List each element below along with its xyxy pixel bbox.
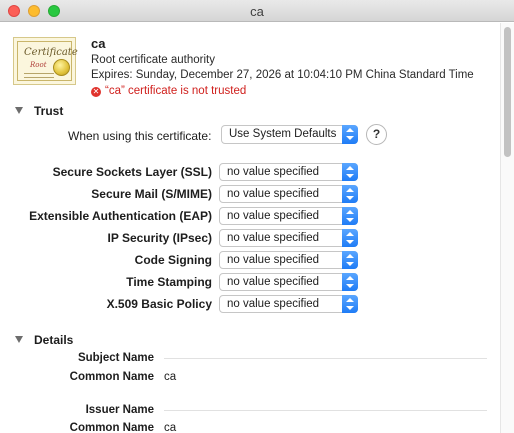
certificate-name: ca xyxy=(91,36,106,51)
when-using-value: Use System Defaults xyxy=(229,128,337,140)
certificate-type: Root certificate authority xyxy=(91,54,216,66)
popup-arrows-icon xyxy=(342,229,358,247)
window-title: ca xyxy=(250,4,264,19)
help-button[interactable]: ? xyxy=(366,124,387,145)
policy-select-time-stamping[interactable]: no value specified xyxy=(219,273,358,291)
title-bar[interactable]: ca xyxy=(0,0,514,22)
trust-section-title: Trust xyxy=(34,104,64,118)
popup-arrows-icon xyxy=(342,273,358,291)
popup-arrows-icon xyxy=(342,185,358,203)
vertical-scrollbar[interactable] xyxy=(500,23,514,433)
certificate-content: Certificate Root ca Root certificate aut… xyxy=(0,23,500,433)
popup-arrows-icon xyxy=(342,207,358,225)
policy-select-eap[interactable]: no value specified xyxy=(219,207,358,225)
subject-common-name-value: ca xyxy=(164,371,177,383)
popup-arrows-icon xyxy=(342,125,358,144)
policy-label-ssl: Secure Sockets Layer (SSL) xyxy=(52,165,212,179)
policy-value: no value specified xyxy=(227,232,320,244)
policy-select-smime[interactable]: no value specified xyxy=(219,185,358,203)
policy-value: no value specified xyxy=(227,166,320,178)
certificate-icon-rule xyxy=(24,77,54,78)
issuer-common-name-label: Common Name xyxy=(69,422,154,433)
issuer-common-name-value: ca xyxy=(164,422,177,433)
policy-label-smime: Secure Mail (S/MIME) xyxy=(91,187,212,201)
certificate-seal-icon xyxy=(53,59,70,76)
trust-disclosure-triangle-icon[interactable] xyxy=(15,107,23,114)
certificate-icon-text: Certificate xyxy=(24,47,78,58)
certificate-icon-subtext: Root xyxy=(30,61,47,69)
policy-value: no value specified xyxy=(227,276,320,288)
policy-label-code-signing: Code Signing xyxy=(134,253,212,267)
policy-value: no value specified xyxy=(227,254,320,266)
subject-common-name-label: Common Name xyxy=(69,371,154,383)
policy-label-ipsec: IP Security (IPsec) xyxy=(107,231,213,245)
policy-value: no value specified xyxy=(227,298,320,310)
certificate-icon: Certificate Root xyxy=(13,37,78,85)
policy-select-x509[interactable]: no value specified xyxy=(219,295,358,313)
issuer-divider xyxy=(164,410,487,411)
popup-arrows-icon xyxy=(342,251,358,269)
issuer-name-header: Issuer Name xyxy=(85,404,154,416)
certificate-window: ca Certificate Root ca Root certificate … xyxy=(0,0,514,433)
trust-warning: ✕ “ca” certificate is not trusted xyxy=(91,85,246,97)
certificate-icon-rule xyxy=(24,73,54,74)
details-disclosure-triangle-icon[interactable] xyxy=(15,336,23,343)
policy-select-ssl[interactable]: no value specified xyxy=(219,163,358,181)
popup-arrows-icon xyxy=(342,163,358,181)
policy-value: no value specified xyxy=(227,210,320,222)
popup-arrows-icon xyxy=(342,295,358,313)
subject-divider xyxy=(164,358,487,359)
certificate-expiry: Expires: Sunday, December 27, 2026 at 10… xyxy=(91,69,474,81)
when-using-select[interactable]: Use System Defaults xyxy=(221,125,358,144)
details-section-title: Details xyxy=(34,333,74,347)
when-using-label: When using this certificate: xyxy=(68,129,212,143)
policy-value: no value specified xyxy=(227,188,320,200)
policy-select-code-signing[interactable]: no value specified xyxy=(219,251,358,269)
policy-label-eap: Extensible Authentication (EAP) xyxy=(29,209,212,223)
policy-select-ipsec[interactable]: no value specified xyxy=(219,229,358,247)
policy-label-x509: X.509 Basic Policy xyxy=(106,297,212,311)
subject-name-header: Subject Name xyxy=(77,352,154,364)
trust-warning-text: “ca” certificate is not trusted xyxy=(105,85,247,97)
policy-label-time-stamping: Time Stamping xyxy=(126,275,212,289)
error-x-icon: ✕ xyxy=(91,87,101,97)
scrollbar-thumb[interactable] xyxy=(504,27,511,157)
